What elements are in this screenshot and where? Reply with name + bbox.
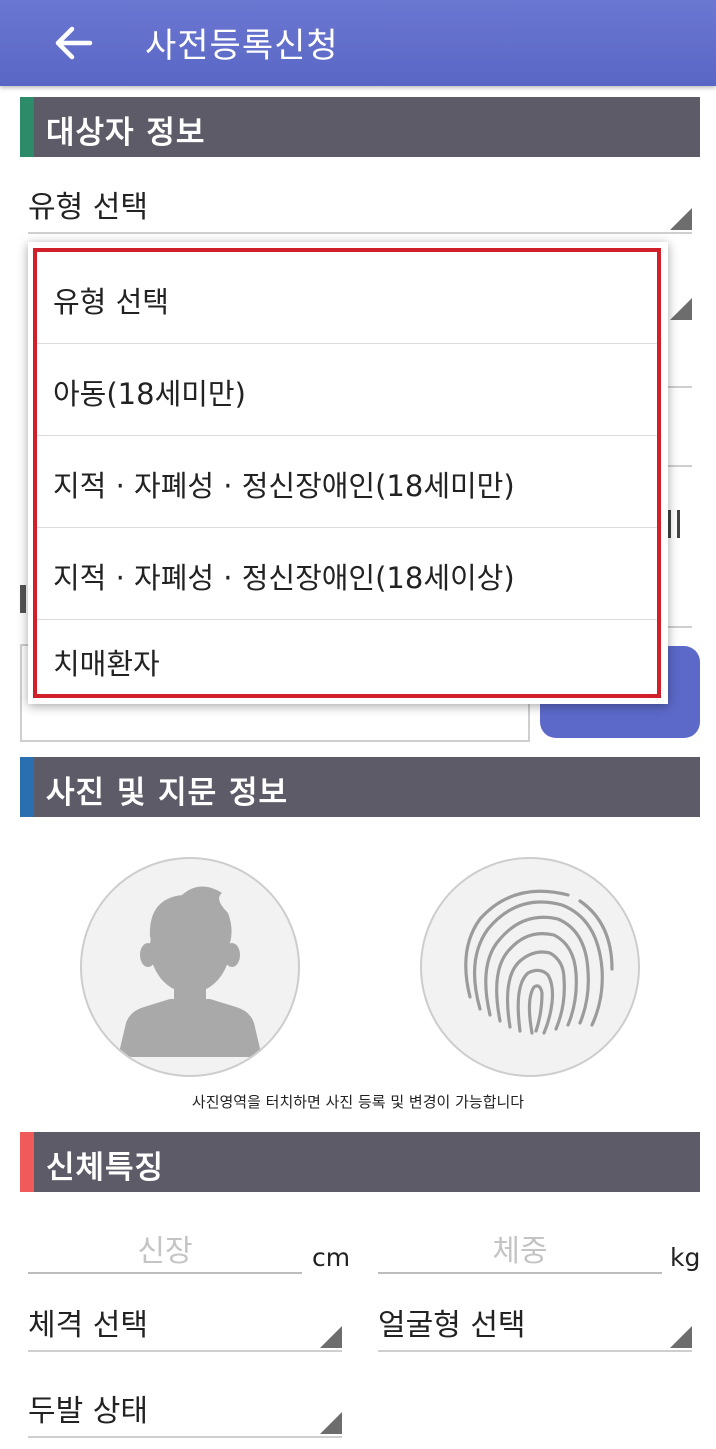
page-title: 사전등록신청 bbox=[145, 26, 339, 66]
hair-select-value: 두발 상태 bbox=[28, 1394, 148, 1429]
dropdown-option-label: 아동(18세미만) bbox=[53, 377, 246, 411]
dropdown-option[interactable]: 지적 · 자폐성 · 정신장애인(18세이상) bbox=[37, 528, 657, 620]
weight-input[interactable]: 체중 bbox=[378, 1226, 662, 1274]
dropdown-arrow-icon bbox=[670, 208, 692, 230]
weight-unit: kg bbox=[670, 1243, 701, 1272]
dropdown-option[interactable]: 치매환자 bbox=[37, 614, 657, 706]
dropdown-option-label: 지적 · 자폐성 · 정신장애인(18세미만) bbox=[53, 469, 515, 503]
section-title: 대상자 정보 bbox=[46, 115, 206, 151]
dropdown-arrow-icon bbox=[320, 1412, 342, 1434]
height-input[interactable]: 신장 bbox=[28, 1226, 302, 1274]
hair-select[interactable]: 두발 상태 bbox=[28, 1386, 342, 1438]
photo-caption: 사진영역을 터치하면 사진 등록 및 변경이 가능합니다 bbox=[191, 1093, 525, 1111]
section-header-target: 대상자 정보 bbox=[20, 97, 700, 157]
section-title: 신체특징 bbox=[46, 1150, 165, 1186]
hidden-label-fragment bbox=[668, 510, 680, 538]
height-placeholder: 신장 bbox=[137, 1234, 193, 1269]
dropdown-option[interactable]: 지적 · 자폐성 · 정신장애인(18세미만) bbox=[37, 436, 657, 528]
field-underline bbox=[668, 465, 692, 467]
face-select[interactable]: 얼굴형 선택 bbox=[378, 1300, 692, 1352]
photo-upload[interactable] bbox=[80, 857, 300, 1077]
field-underline bbox=[668, 386, 692, 388]
fingerprint-icon bbox=[464, 889, 614, 1035]
dropdown-arrow-icon bbox=[670, 1326, 692, 1348]
app-bar: 사전등록신청 bbox=[0, 0, 716, 86]
height-unit: cm bbox=[312, 1243, 351, 1272]
dropdown-option[interactable]: 아동(18세미만) bbox=[37, 344, 657, 436]
hidden-label-fragment bbox=[20, 585, 26, 613]
build-select-value: 체격 선택 bbox=[28, 1308, 148, 1343]
section-accent bbox=[20, 97, 34, 157]
field-underline bbox=[668, 626, 692, 628]
weight-placeholder: 체중 bbox=[492, 1234, 548, 1269]
face-select-value: 얼굴형 선택 bbox=[378, 1308, 526, 1343]
section-header-body: 신체특징 bbox=[20, 1132, 700, 1192]
type-select-value: 유형 선택 bbox=[28, 190, 148, 225]
fingerprint-upload[interactable] bbox=[420, 857, 640, 1077]
build-select[interactable]: 체격 선택 bbox=[28, 1300, 342, 1352]
dropdown-option[interactable]: 유형 선택 bbox=[37, 252, 657, 344]
dropdown-arrow-icon bbox=[320, 1326, 342, 1348]
dropdown-arrow-icon bbox=[670, 298, 692, 320]
arrow-left-icon[interactable] bbox=[50, 20, 96, 66]
section-accent bbox=[20, 757, 34, 817]
dropdown-option-label: 치매환자 bbox=[53, 647, 160, 681]
person-silhouette-icon bbox=[118, 886, 262, 1057]
dropdown-option-label: 유형 선택 bbox=[53, 285, 169, 319]
type-select[interactable]: 유형 선택 bbox=[28, 182, 692, 234]
dropdown-option-label: 지적 · 자폐성 · 정신장애인(18세이상) bbox=[53, 561, 515, 595]
section-accent bbox=[20, 1132, 34, 1192]
section-title: 사진 및 지문 정보 bbox=[46, 775, 289, 811]
section-header-photo: 사진 및 지문 정보 bbox=[20, 757, 700, 817]
type-dropdown-menu: 유형 선택 아동(18세미만) 지적 · 자폐성 · 정신장애인(18세미만) … bbox=[28, 242, 668, 704]
